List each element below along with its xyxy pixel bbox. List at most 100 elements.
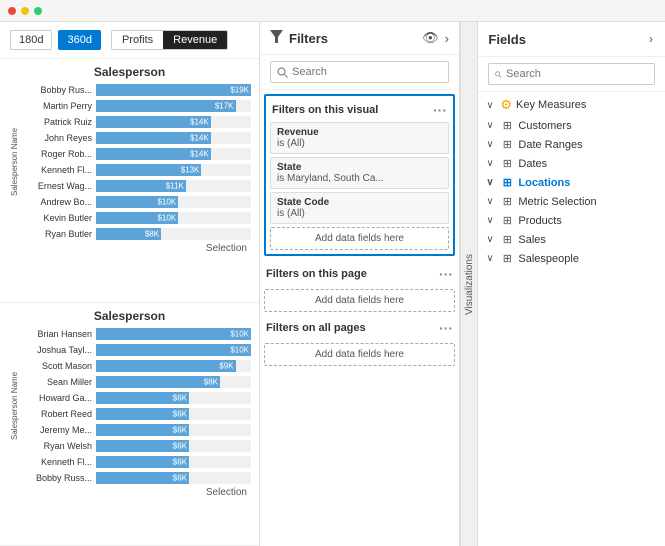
field-group-metric-selection[interactable]: ∨ ⊞ Metric Selection: [478, 192, 665, 211]
right-area: Visualizations Fields › ∨ ⚙ Key Measures: [460, 22, 665, 546]
fields-search-box: [488, 63, 655, 85]
field-group-salespeople[interactable]: ∨ ⊞ Salespeople: [478, 249, 665, 268]
all-filter-title: Filters on all pages: [266, 322, 366, 334]
filter-content: Filters on this visual ··· Revenue is (A…: [260, 90, 459, 546]
table-salespeople-icon: ⊞: [500, 252, 514, 265]
dot-green: [34, 7, 42, 15]
chart2-selection-label: Selection: [8, 485, 251, 500]
fields-search-input[interactable]: [506, 68, 648, 80]
time-180d-button[interactable]: 180d: [10, 30, 52, 50]
chart2-bars: Brian Hansen $10K Joshua Tayl... $10K Sc…: [22, 327, 251, 485]
dot-red: [8, 7, 16, 15]
expand-products-icon: ∨: [486, 215, 496, 226]
filter-title: Filters: [289, 31, 416, 46]
fields-title: Fields: [488, 32, 641, 47]
field-group-customers[interactable]: ∨ ⊞ Customers: [478, 116, 665, 135]
field-group-dates[interactable]: ∨ ⊞ Dates: [478, 154, 665, 173]
table-dates-icon: ⊞: [500, 157, 514, 170]
page-filter-section: Filters on this page ··· Add data fields…: [264, 262, 455, 312]
fields-content: ∨ ⚙ Key Measures ∨ ⊞ Customers ∨ ⊞ Date …: [478, 92, 665, 546]
expand-metric-selection-icon: ∨: [486, 196, 496, 207]
page-filter-options-icon[interactable]: ···: [439, 266, 453, 282]
field-group-metric-selection-label: Metric Selection: [518, 196, 657, 208]
field-group-date-ranges-label: Date Ranges: [518, 139, 657, 151]
add-data-page-button[interactable]: Add data fields here: [264, 289, 455, 312]
table-row: Bobby Rus... $19K: [22, 83, 251, 97]
field-group-sales-label: Sales: [518, 234, 657, 246]
chart1-title: Salesperson: [8, 65, 251, 79]
table-row: Jeremy Me... $6K: [22, 423, 251, 437]
chart1-selection-label: Selection: [8, 241, 251, 256]
visual-filter-header: Filters on this visual ···: [270, 100, 449, 122]
profits-toggle-button[interactable]: Profits: [112, 31, 163, 49]
filter-item-state-value: is Maryland, South Ca...: [277, 173, 442, 184]
visual-filter-title: Filters on this visual: [272, 104, 378, 116]
filter-item-statecode[interactable]: State Code is (All): [270, 192, 449, 224]
key-measures-special-icon: ⚙: [500, 97, 512, 113]
visual-filter-options-icon[interactable]: ···: [433, 102, 447, 118]
expand-customers-icon: ∨: [486, 120, 496, 131]
filter-item-statecode-value: is (All): [277, 208, 442, 219]
search-icon: [277, 67, 288, 78]
filter-header: Filters 👁 ›: [260, 22, 459, 55]
field-group-sales[interactable]: ∨ ⊞ Sales: [478, 230, 665, 249]
all-filter-options-icon[interactable]: ···: [439, 320, 453, 336]
chart1-bars: Bobby Rus... $19K Martin Perry $17K Patr…: [22, 83, 251, 241]
field-group-key-measures[interactable]: ∨ ⚙ Key Measures: [478, 94, 665, 116]
table-row: Sean Miller $8K: [22, 375, 251, 389]
table-date-ranges-icon: ⊞: [500, 138, 514, 151]
page-filter-header: Filters on this page ···: [264, 262, 455, 286]
revenue-toggle-button[interactable]: Revenue: [163, 31, 227, 49]
chart2-block: Salesperson Salesperson Name Brian Hanse…: [0, 303, 259, 546]
table-row: Joshua Tayl... $10K: [22, 343, 251, 357]
fields-panel: Fields › ∨ ⚙ Key Measures ∨: [478, 22, 665, 546]
chart1-axis-label: Salesperson Name: [8, 83, 22, 241]
expand-locations-icon: ∨: [486, 177, 496, 188]
filter-search-input[interactable]: [292, 66, 442, 78]
table-locations-icon: ⊞: [500, 176, 514, 189]
field-group-date-ranges[interactable]: ∨ ⊞ Date Ranges: [478, 135, 665, 154]
visualizations-tab[interactable]: Visualizations: [460, 22, 478, 546]
field-group-locations[interactable]: ∨ ⊞ Locations: [478, 173, 665, 192]
left-panel: 180d 360d Profits Revenue Salesperson Sa…: [0, 22, 260, 546]
table-row: Martin Perry $17K: [22, 99, 251, 113]
filter-icon: [270, 30, 283, 46]
filter-item-revenue[interactable]: Revenue is (All): [270, 122, 449, 154]
filter-chevron-right-icon[interactable]: ›: [445, 31, 449, 46]
table-row: Scott Mason $9K: [22, 359, 251, 373]
table-row: Andrew Bo... $10K: [22, 195, 251, 209]
expand-salespeople-icon: ∨: [486, 253, 496, 264]
all-filter-section: Filters on all pages ··· Add data fields…: [264, 316, 455, 366]
filter-item-statecode-name: State Code: [277, 197, 442, 208]
filter-search-area: [260, 55, 459, 90]
visualizations-tab-label: Visualizations: [464, 254, 475, 315]
field-group-key-measures-label: Key Measures: [516, 99, 657, 111]
chart2-axis-label: Salesperson Name: [8, 327, 22, 485]
add-data-all-button[interactable]: Add data fields here: [264, 343, 455, 366]
expand-dates-icon: ∨: [486, 158, 496, 169]
table-customers-icon: ⊞: [500, 119, 514, 132]
field-group-products[interactable]: ∨ ⊞ Products: [478, 211, 665, 230]
filter-item-revenue-name: Revenue: [277, 127, 442, 138]
table-row: Kevin Butler $10K: [22, 211, 251, 225]
filter-eye-icon[interactable]: 👁: [422, 30, 439, 46]
metric-toggle: Profits Revenue: [111, 30, 228, 50]
all-filter-header: Filters on all pages ···: [264, 316, 455, 340]
add-data-visual-button[interactable]: Add data fields here: [270, 227, 449, 250]
table-row: Robert Reed $6K: [22, 407, 251, 421]
visual-filter-group: Filters on this visual ··· Revenue is (A…: [264, 94, 455, 256]
chart2-title: Salesperson: [8, 309, 251, 323]
table-products-icon: ⊞: [500, 214, 514, 227]
expand-sales-icon: ∨: [486, 234, 496, 245]
field-group-dates-label: Dates: [518, 158, 657, 170]
fields-search-area: [478, 57, 665, 92]
filter-item-state[interactable]: State is Maryland, South Ca...: [270, 157, 449, 189]
table-row: Kenneth Fl... $6K: [22, 455, 251, 469]
chart1-block: Salesperson Salesperson Name Bobby Rus..…: [0, 59, 259, 303]
filter-item-revenue-value: is (All): [277, 138, 442, 149]
table-row: Brian Hansen $10K: [22, 327, 251, 341]
table-row: Ryan Welsh $6K: [22, 439, 251, 453]
fields-collapse-button[interactable]: ›: [647, 30, 655, 48]
time-360d-button[interactable]: 360d: [58, 30, 100, 50]
field-group-locations-label: Locations: [518, 177, 657, 189]
